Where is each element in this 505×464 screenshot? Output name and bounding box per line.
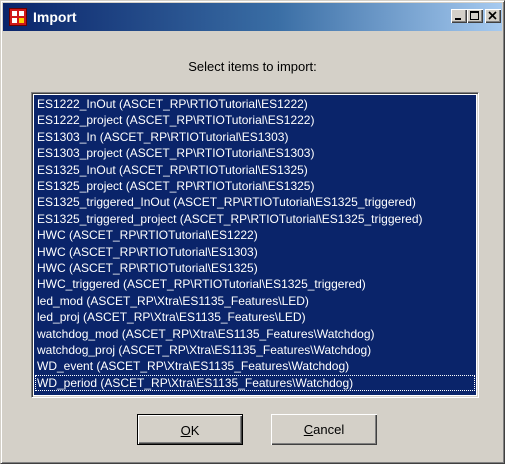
list-item[interactable]: led_proj (ASCET_RP\Xtra\ES1135_Features\… bbox=[35, 309, 475, 325]
list-item[interactable]: HWC (ASCET_RP\RTIOTutorial\ES1222) bbox=[35, 227, 475, 243]
list-item[interactable]: HWC (ASCET_RP\RTIOTutorial\ES1303) bbox=[35, 244, 475, 260]
list-item[interactable]: ES1303_project (ASCET_RP\RTIOTutorial\ES… bbox=[35, 145, 475, 161]
window-title: Import bbox=[33, 9, 77, 25]
maximize-icon bbox=[470, 11, 479, 20]
ok-mnemonic: O bbox=[180, 423, 191, 438]
list-item[interactable]: ES1303_In (ASCET_RP\RTIOTutorial\ES1303) bbox=[35, 129, 475, 145]
close-icon bbox=[488, 11, 497, 20]
ok-label-rest: K bbox=[190, 423, 200, 438]
list-item[interactable]: ES1222_InOut (ASCET_RP\RTIOTutorial\ES12… bbox=[35, 96, 475, 112]
list-item[interactable]: HWC (ASCET_RP\RTIOTutorial\ES1325) bbox=[35, 260, 475, 276]
list-item[interactable]: WD_period (ASCET_RP\Xtra\ES1135_Features… bbox=[35, 374, 475, 391]
minimize-button[interactable] bbox=[451, 9, 467, 23]
cancel-mnemonic: C bbox=[303, 422, 314, 437]
minimize-icon bbox=[455, 18, 461, 20]
prompt-label: Select items to import: bbox=[188, 59, 317, 74]
list-item[interactable]: ES1325_InOut (ASCET_RP\RTIOTutorial\ES13… bbox=[35, 162, 475, 178]
listbox-selection-area: ES1222_InOut (ASCET_RP\RTIOTutorial\ES12… bbox=[34, 95, 476, 395]
list-item[interactable]: ES1325_project (ASCET_RP\RTIOTutorial\ES… bbox=[35, 178, 475, 194]
title-bar[interactable]: Import bbox=[3, 3, 502, 31]
cancel-button[interactable]: Cancel bbox=[271, 414, 377, 445]
list-item[interactable]: led_mod (ASCET_RP\Xtra\ES1135_Features\L… bbox=[35, 293, 475, 309]
list-item[interactable]: watchdog_proj (ASCET_RP\Xtra\ES1135_Feat… bbox=[35, 342, 475, 358]
import-items-listbox[interactable]: ES1222_InOut (ASCET_RP\RTIOTutorial\ES12… bbox=[31, 92, 479, 398]
list-item[interactable]: ES1325_triggered_project (ASCET_RP\RTIOT… bbox=[35, 211, 475, 227]
list-item[interactable]: ES1222_project (ASCET_RP\RTIOTutorial\ES… bbox=[35, 112, 475, 128]
list-item[interactable]: HWC_triggered (ASCET_RP\RTIOTutorial\ES1… bbox=[35, 276, 475, 292]
list-item[interactable]: ES1325_triggered_InOut (ASCET_RP\RTIOTut… bbox=[35, 194, 475, 210]
ok-button[interactable]: OK bbox=[137, 414, 243, 445]
close-button[interactable] bbox=[485, 9, 501, 23]
import-app-icon bbox=[9, 8, 27, 26]
list-item[interactable]: WD_event (ASCET_RP\Xtra\ES1135_Features\… bbox=[35, 358, 475, 374]
maximize-button[interactable] bbox=[467, 9, 483, 23]
cancel-label-rest: ancel bbox=[313, 422, 345, 437]
list-item[interactable]: watchdog_mod (ASCET_RP\Xtra\ES1135_Featu… bbox=[35, 326, 475, 342]
import-dialog: Import Select items to import: ES1222_In… bbox=[0, 0, 505, 464]
